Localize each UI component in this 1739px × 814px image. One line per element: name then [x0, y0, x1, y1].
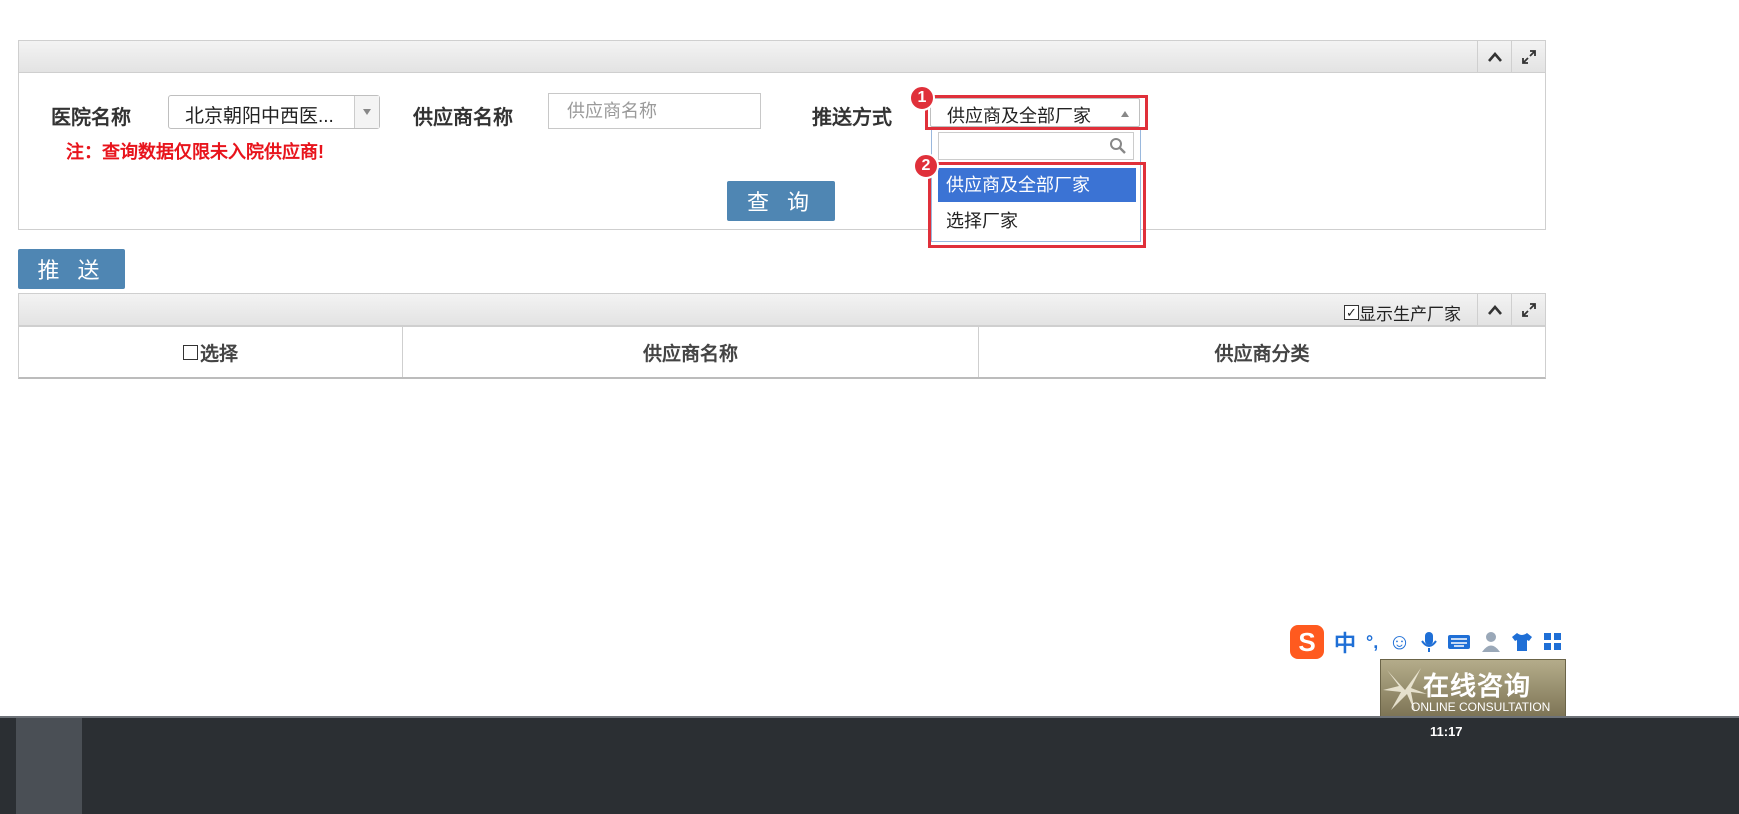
online-consultation-widget[interactable]: 在线咨询 ONLINE CONSULTATION [1380, 659, 1566, 717]
chevron-up-icon [1487, 51, 1502, 62]
select-all-label: 选择 [199, 343, 238, 365]
annotation-box-2 [928, 162, 1146, 248]
column-header-supplier-name[interactable]: 供应商名称 [403, 327, 979, 377]
annotation-badge-1: 1 [909, 85, 935, 111]
ime-punctuation[interactable]: °, [1366, 632, 1378, 653]
taskbar-item[interactable] [16, 718, 82, 814]
hospital-label: 医院名称 [51, 107, 131, 129]
annotation-badge-2: 2 [913, 153, 939, 179]
consult-subtitle: ONLINE CONSULTATION [1411, 700, 1551, 714]
column-header-supplier-category[interactable]: 供应商分类 [979, 327, 1545, 377]
hospital-select-arrow[interactable] [354, 96, 379, 128]
hospital-select[interactable]: 北京朝阳中西医... [168, 95, 380, 129]
select-all-checkbox[interactable] [182, 344, 198, 360]
grid-panel-header: ✓ 显示生产厂家 [18, 293, 1546, 326]
query-panel-header [18, 40, 1546, 73]
grid-collapse-button[interactable] [1477, 294, 1511, 325]
expand-icon [1521, 302, 1536, 317]
annotation-box-1 [925, 95, 1148, 130]
query-note: 注：查询数据仅限未入院供应商! [66, 142, 324, 162]
show-manufacturer-label: 显示生产厂家 [1359, 305, 1461, 324]
dropdown-search-box[interactable] [938, 132, 1134, 160]
grid-maximize-button[interactable] [1511, 294, 1545, 325]
chevron-up-icon [1487, 304, 1502, 315]
microphone-icon[interactable] [1420, 631, 1437, 653]
taskbar: 11:17 [0, 716, 1739, 814]
taskbar-clock: 11:17 [1430, 724, 1463, 739]
maximize-button[interactable] [1511, 41, 1545, 72]
push-button[interactable]: 推 送 [18, 249, 125, 289]
supplier-label: 供应商名称 [413, 107, 513, 129]
select-all-header[interactable]: 选择 [19, 327, 403, 377]
push-mode-label: 推送方式 [812, 107, 892, 129]
emoji-icon[interactable]: ☺ [1388, 629, 1410, 655]
query-button[interactable]: 查 询 [727, 181, 835, 221]
show-manufacturer-checkbox[interactable]: ✓ [1344, 305, 1359, 320]
supplier-name-input[interactable] [548, 93, 761, 129]
grid-menu-icon[interactable] [1543, 632, 1563, 652]
hospital-select-value: 北京朝阳中西医... [185, 106, 334, 127]
keyboard-icon[interactable] [1447, 633, 1471, 651]
caret-down-icon [363, 109, 371, 115]
ime-toolbar: S 中 °, ☺ [1290, 624, 1739, 660]
search-icon [1110, 138, 1126, 154]
user-icon[interactable] [1481, 631, 1501, 653]
sogou-logo-icon[interactable]: S [1290, 625, 1324, 659]
grid-header-row: 选择 供应商名称 供应商分类 [18, 326, 1546, 379]
ime-mode[interactable]: 中 [1334, 626, 1356, 658]
skin-shirt-icon[interactable] [1511, 632, 1533, 652]
collapse-button[interactable] [1477, 41, 1511, 72]
expand-icon [1521, 49, 1536, 64]
consult-title: 在线咨询 [1423, 671, 1532, 701]
show-manufacturer-toggle[interactable]: ✓ 显示生产厂家 [1344, 300, 1461, 325]
